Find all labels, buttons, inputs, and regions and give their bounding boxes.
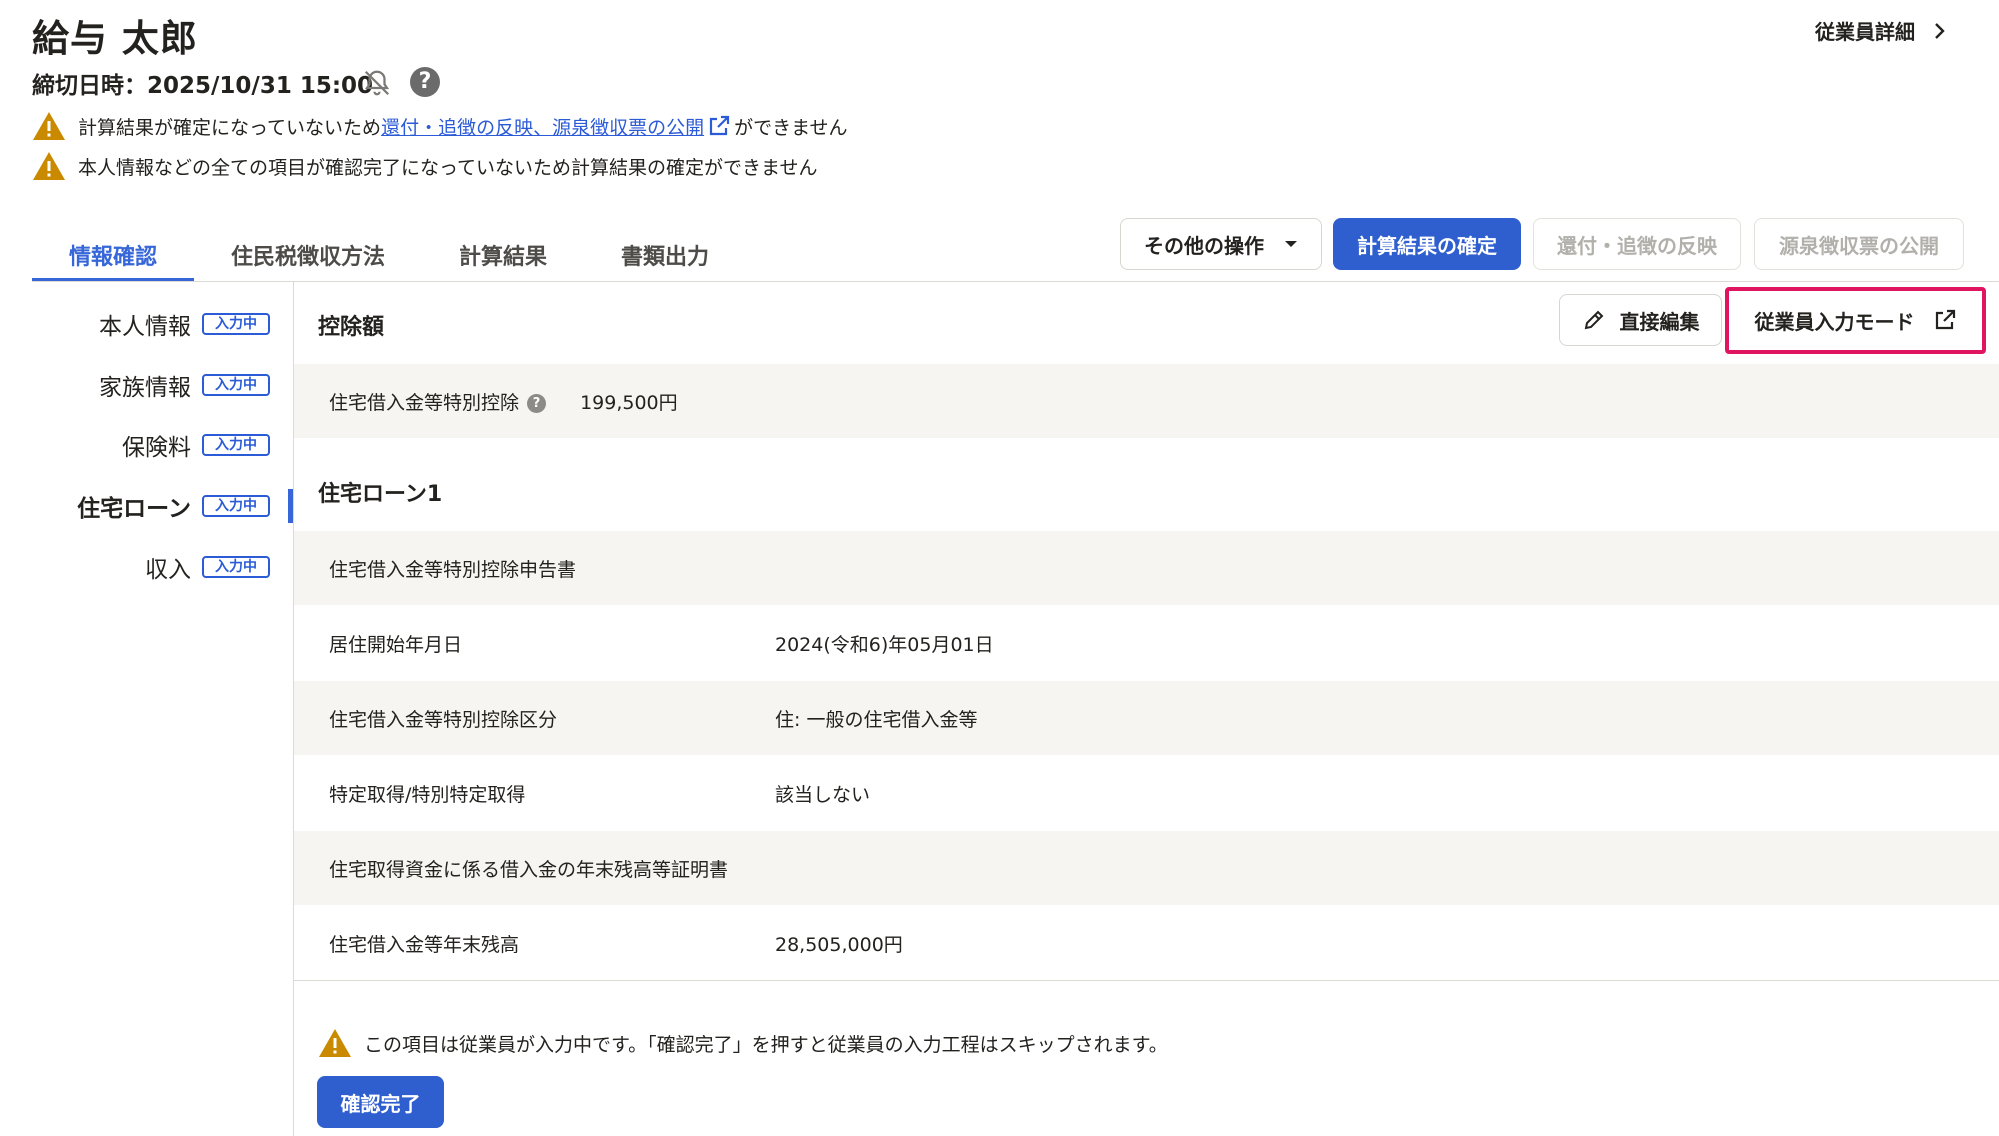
row-label: 住宅借入金等特別控除申告書 bbox=[329, 558, 577, 581]
tab-documents[interactable]: 書類出力 bbox=[584, 238, 746, 282]
pencil-icon bbox=[1584, 310, 1603, 330]
sidebar-item-label: 住宅ローン bbox=[77, 496, 191, 522]
row-label: 居住開始年月日 bbox=[329, 633, 463, 656]
row-label-wrap: 住宅借入金等特別控除? 199,500円 bbox=[329, 388, 678, 415]
table-row: 住宅借入金等特別控除区分 住: 一般の住宅借入金等 bbox=[294, 681, 1999, 755]
deduction-title: 控除額 bbox=[318, 315, 385, 340]
sidebar-item-label: 収入 bbox=[145, 557, 191, 583]
direct-edit-button[interactable]: 直接編集 bbox=[1559, 294, 1722, 346]
employee-detail-link[interactable]: 従業員詳細 bbox=[1815, 16, 1947, 45]
tab-resident-tax[interactable]: 住民税徴収方法 bbox=[194, 238, 422, 282]
row-value: 28,505,000円 bbox=[775, 933, 903, 956]
footer-warning: この項目は従業員が入力中です。「確認完了」を押すと従業員の入力工程はスキップされ… bbox=[318, 1028, 1168, 1058]
reflect-refund-button[interactable]: 還付・追徴の反映 bbox=[1533, 218, 1741, 270]
row-value: 住: 一般の住宅借入金等 bbox=[775, 708, 978, 731]
warning-icon bbox=[33, 152, 65, 180]
warning-line-1: 計算結果が確定になっていないため 還付・追徴の反映、源泉徴収票の公開 ができませ… bbox=[32, 111, 848, 141]
sidebar-item-label: 保険料 bbox=[122, 435, 191, 461]
warning-line-2: 本人情報などの全ての項目が確認完了になっていないため計算結果の確定ができません bbox=[32, 151, 817, 181]
table-row: 住宅取得資金に係る借入金の年末残高等証明書 bbox=[294, 831, 1999, 905]
table-row: 住宅借入金等年末残高 28,505,000円 bbox=[294, 906, 1999, 980]
housing-loan-title: 住宅ローン1 bbox=[318, 482, 443, 507]
divider bbox=[294, 980, 1999, 981]
sidebar-item-personal[interactable]: 本人情報 入力中 bbox=[99, 307, 270, 341]
tab-info-check[interactable]: 情報確認 bbox=[32, 238, 195, 282]
tab-bar: 情報確認 住民税徴収方法 計算結果 書類出力 bbox=[32, 238, 746, 282]
deadline-text: 締切日時：2025/10/31 15:00 bbox=[32, 73, 374, 99]
row-label: 住宅借入金等特別控除区分 bbox=[329, 708, 558, 731]
chevron-right-icon bbox=[1935, 22, 1945, 39]
row-label: 特定取得/特別特定取得 bbox=[329, 783, 526, 806]
sidebar-item-housing-loan[interactable]: 住宅ローン 入力中 bbox=[77, 489, 270, 523]
publish-withholding-button[interactable]: 源泉徴収票の公開 bbox=[1754, 218, 1964, 270]
warning-text: 本人情報などの全ての項目が確認完了になっていないため計算結果の確定ができません bbox=[78, 156, 818, 179]
row-label: 住宅借入金等特別控除 bbox=[329, 391, 520, 414]
sidebar-item-label: 本人情報 bbox=[99, 314, 191, 340]
table-row: 居住開始年月日 2024(令和6)年05月01日 bbox=[294, 606, 1999, 680]
other-operations-dropdown[interactable]: その他の操作 bbox=[1120, 218, 1322, 270]
warning-text: 計算結果が確定になっていないため bbox=[78, 116, 382, 139]
warning-text-suffix: ができません bbox=[734, 116, 848, 139]
row-value: 該当しない bbox=[775, 783, 871, 806]
caret-down-icon bbox=[1285, 241, 1297, 247]
highlight-box bbox=[1725, 287, 1986, 354]
row-label: 住宅取得資金に係る借入金の年末残高等証明書 bbox=[329, 858, 729, 881]
page-title: 給与 太郎 bbox=[32, 17, 198, 60]
footer-warning-text: この項目は従業員が入力中です。「確認完了」を押すと従業員の入力工程はスキップされ… bbox=[364, 1033, 1168, 1056]
warning-icon bbox=[319, 1029, 351, 1057]
warning-icon bbox=[33, 112, 65, 140]
row-label: 住宅借入金等年末残高 bbox=[329, 933, 520, 956]
sidebar-item-income[interactable]: 収入 入力中 bbox=[145, 550, 270, 584]
status-badge: 入力中 bbox=[202, 495, 270, 517]
sidebar-item-insurance[interactable]: 保険料 入力中 bbox=[122, 428, 270, 462]
direct-edit-label: 直接編集 bbox=[1619, 309, 1700, 334]
status-badge: 入力中 bbox=[202, 556, 270, 578]
tab-calc-result[interactable]: 計算結果 bbox=[422, 238, 584, 282]
confirm-calc-button[interactable]: 計算結果の確定 bbox=[1333, 218, 1521, 270]
external-link-icon[interactable] bbox=[707, 114, 731, 138]
other-operations-label: その他の操作 bbox=[1144, 233, 1264, 258]
deduction-row: 住宅借入金等特別控除? 199,500円 bbox=[294, 364, 1999, 438]
status-badge: 入力中 bbox=[202, 434, 270, 456]
divider bbox=[32, 281, 1999, 282]
table-row: 特定取得/特別特定取得 該当しない bbox=[294, 756, 1999, 830]
help-icon[interactable]: ? bbox=[527, 393, 547, 413]
row-value: 199,500円 bbox=[580, 391, 678, 414]
bell-off-icon[interactable] bbox=[362, 68, 392, 98]
status-badge: 入力中 bbox=[202, 313, 270, 335]
sidebar-item-label: 家族情報 bbox=[99, 375, 191, 401]
row-value: 2024(令和6)年05月01日 bbox=[775, 633, 994, 656]
employee-detail-label: 従業員詳細 bbox=[1815, 20, 1915, 44]
status-badge: 入力中 bbox=[202, 374, 270, 396]
confirm-done-button[interactable]: 確認完了 bbox=[317, 1076, 444, 1128]
sidebar-item-family[interactable]: 家族情報 入力中 bbox=[99, 368, 270, 402]
table-row: 住宅借入金等特別控除申告書 bbox=[294, 531, 1999, 605]
refund-publish-link[interactable]: 還付・追徴の反映、源泉徴収票の公開 bbox=[381, 113, 704, 140]
help-icon[interactable]: ? bbox=[410, 67, 440, 97]
